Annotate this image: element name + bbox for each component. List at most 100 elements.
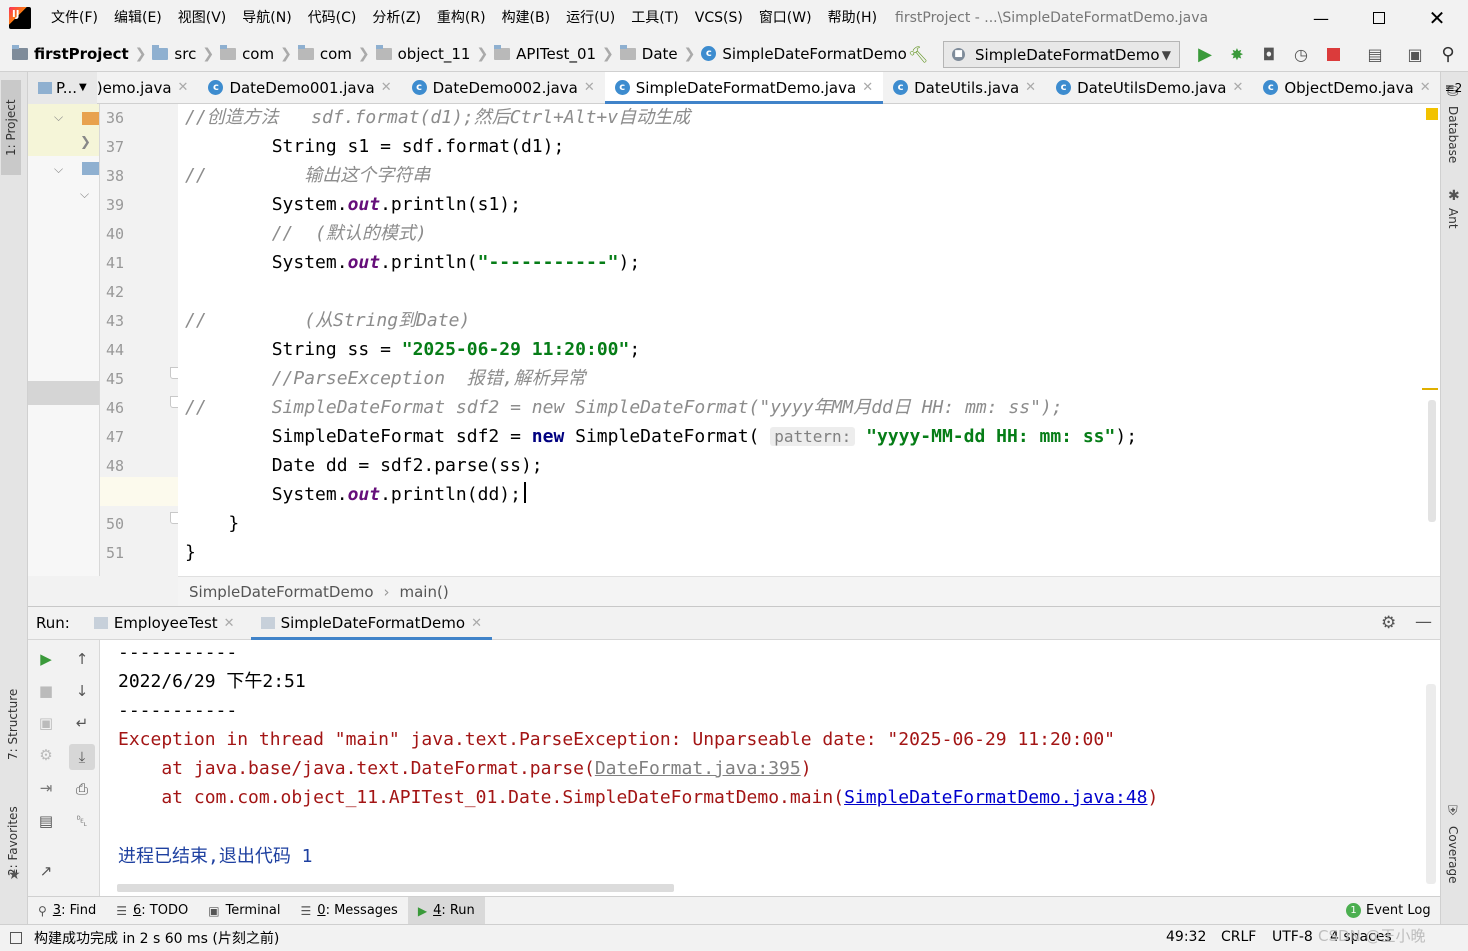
tab-close-icon[interactable]: ✕ [1420, 80, 1431, 95]
settings-icon[interactable]: ⚙ [35, 744, 57, 766]
crumb-object-11[interactable]: object_11 ❯ [370, 36, 488, 72]
camera-icon[interactable]: ▣ [35, 712, 57, 734]
project-panel-header[interactable]: P... ▼ [28, 71, 97, 104]
run-tab-simpledateformatdemo[interactable]: SimpleDateFormatDemo ✕ [250, 607, 493, 640]
status-message[interactable]: 构建成功完成 in 2 s 60 ms (片刻之前) [34, 928, 279, 948]
tab-demo-java[interactable]: )emo.java ✕ [97, 72, 199, 104]
tab-dateutils[interactable]: c DateUtils.java ✕ [883, 72, 1046, 104]
code-editor[interactable]: //创造方法 sdf.format(d1);然后Ctrl+Alt+v自动生成 S… [178, 104, 1426, 576]
crumb-com-2[interactable]: com ❯ [292, 36, 370, 72]
hide-panel-icon[interactable]: — [1415, 612, 1432, 632]
fold-marker-icon[interactable] [170, 512, 178, 524]
profile-icon[interactable]: ◷ [1289, 43, 1313, 65]
menu-build[interactable]: 构建(B) [494, 0, 559, 36]
project-structure-icon[interactable]: ▤ [1363, 43, 1387, 65]
crumb-class[interactable]: c SimpleDateFormatDemo [695, 36, 907, 72]
project-tool-tab[interactable]: 1: Project [1, 80, 21, 175]
crumb-src[interactable]: src ❯ [146, 36, 214, 72]
up-arrow-icon[interactable]: ↑ [71, 648, 93, 670]
tab-close-icon[interactable]: ✕ [1025, 80, 1036, 95]
minimize-icon[interactable]: — [1292, 0, 1350, 36]
tab-close-icon[interactable]: ✕ [862, 80, 873, 95]
menu-window[interactable]: 窗口(W) [751, 0, 820, 36]
run-tab-employeetest[interactable]: EmployeeTest ✕ [84, 607, 245, 640]
tab-close-icon[interactable]: ✕ [1232, 80, 1243, 95]
editor-scrollbar[interactable] [1422, 104, 1440, 576]
toggle-tool-windows-icon[interactable] [10, 932, 22, 944]
stop-icon[interactable] [1321, 43, 1345, 65]
fold-marker-icon[interactable] [170, 367, 178, 379]
rerun-icon[interactable]: ▶ [35, 648, 57, 670]
messages-tool-tab[interactable]: ☰ 0: Messages [291, 897, 408, 925]
tab-close-icon[interactable]: ✕ [471, 616, 482, 631]
presentation-icon[interactable]: ▣ [1403, 43, 1427, 65]
tab-close-icon[interactable]: ✕ [584, 80, 595, 95]
tab-close-icon[interactable]: ✕ [178, 80, 189, 95]
crumb-date[interactable]: Date ❯ [614, 36, 695, 72]
tab-objectdemo[interactable]: c ObjectDemo.java ✕ [1253, 72, 1440, 104]
down-arrow-icon[interactable]: ↓ [71, 680, 93, 702]
caret-position[interactable]: 49:32 [1166, 929, 1206, 945]
tab-overflow-button[interactable]: ≡2 [1441, 72, 1467, 104]
crumb-com-1[interactable]: com ❯ [214, 36, 292, 72]
menu-refactor[interactable]: 重构(R) [429, 0, 494, 36]
menu-run[interactable]: 运行(U) [558, 0, 623, 36]
stacktrace-link[interactable]: DateFormat.java:395 [595, 758, 801, 779]
soft-wrap-icon[interactable]: ↵ [71, 712, 93, 734]
event-log-button[interactable]: 1 Event Log [1346, 903, 1431, 918]
scroll-thumb[interactable] [1428, 400, 1436, 522]
pin-icon[interactable]: ↗ [35, 860, 57, 882]
crumb-apitest-01[interactable]: APITest_01 ❯ [488, 36, 614, 72]
menu-tools[interactable]: 工具(T) [623, 0, 686, 36]
debug-icon[interactable]: ✸ [1225, 43, 1249, 65]
terminal-tool-tab[interactable]: ▣ Terminal [198, 897, 290, 925]
tab-dateutilsdemo[interactable]: c DateUtilsDemo.java ✕ [1046, 72, 1253, 104]
file-encoding[interactable]: UTF-8 [1272, 929, 1313, 945]
menu-code[interactable]: 代码(C) [300, 0, 365, 36]
menu-edit[interactable]: 编辑(E) [106, 0, 170, 36]
chevron-right-icon[interactable]: ❯ [80, 135, 91, 150]
console-horizontal-scrollbar[interactable] [117, 884, 674, 892]
menu-navigate[interactable]: 导航(N) [234, 0, 299, 36]
breadcrumb-method[interactable]: main() [400, 583, 449, 601]
warning-marker-icon[interactable] [1426, 108, 1438, 120]
coverage-tool-tab[interactable]: Coverage [1446, 826, 1460, 886]
structure-tool-tab[interactable]: 7: Structure [6, 668, 20, 760]
console-scrollbar[interactable] [1426, 684, 1436, 884]
layout-icon[interactable]: ▤ [35, 810, 57, 832]
stacktrace-link[interactable]: SimpleDateFormatDemo.java:48 [844, 787, 1147, 808]
chevron-down-icon[interactable]: ⌵ [54, 110, 63, 125]
todo-tool-tab[interactable]: ☰ 6: TODO [106, 897, 198, 925]
stop-icon[interactable]: ■ [35, 680, 57, 702]
run-icon[interactable]: ▶ [1193, 43, 1217, 65]
tab-simpledateformatdemo[interactable]: c SimpleDateFormatDemo.java ✕ [604, 71, 884, 104]
tab-close-icon[interactable]: ✕ [224, 616, 235, 631]
find-tool-tab[interactable]: ⚲ 3: Find [28, 897, 106, 925]
print-icon[interactable]: ⎙ [71, 778, 93, 800]
chevron-down-icon[interactable]: ⌵ [54, 162, 63, 177]
tab-datedemo002[interactable]: c DateDemo002.java ✕ [402, 72, 605, 104]
chevron-down-icon[interactable]: ⌵ [80, 187, 89, 202]
run-configuration-select[interactable]: ■ SimpleDateFormatDemo ▼ [943, 41, 1180, 68]
run-console[interactable]: ----------- 2022/6/29 下午2:51 ----------- Ex… [100, 640, 1440, 896]
tab-close-icon[interactable]: ✕ [381, 80, 392, 95]
menu-file[interactable]: 文件(F) [43, 0, 106, 36]
tab-datedemo001[interactable]: c DateDemo001.java ✕ [198, 72, 401, 104]
run-with-coverage-icon[interactable]: ◘ [1257, 43, 1281, 65]
ant-tool-tab[interactable]: Ant [1446, 208, 1460, 238]
menu-vcs[interactable]: VCS(S) [687, 0, 751, 36]
crumb-project[interactable]: firstProject ❯ [0, 36, 146, 72]
scroll-to-end-icon[interactable]: ⤓ [69, 744, 95, 770]
line-separator[interactable]: CRLF [1221, 929, 1256, 945]
trash-icon[interactable]: ␡ [71, 810, 93, 832]
menu-help[interactable]: 帮助(H) [820, 0, 885, 36]
fold-marker-icon[interactable] [170, 396, 178, 408]
gear-icon[interactable]: ⚙ [1381, 613, 1396, 633]
breadcrumb-class[interactable]: SimpleDateFormatDemo [189, 583, 374, 601]
exit-icon[interactable]: ⇥ [35, 777, 57, 799]
maximize-icon[interactable] [1350, 0, 1408, 36]
close-icon[interactable]: ✕ [1408, 0, 1466, 36]
search-everywhere-icon[interactable]: ⚲ [1436, 43, 1460, 65]
run-tool-tab[interactable]: ▶ 4: Run [407, 896, 485, 925]
database-tool-tab[interactable]: Database [1446, 106, 1460, 166]
